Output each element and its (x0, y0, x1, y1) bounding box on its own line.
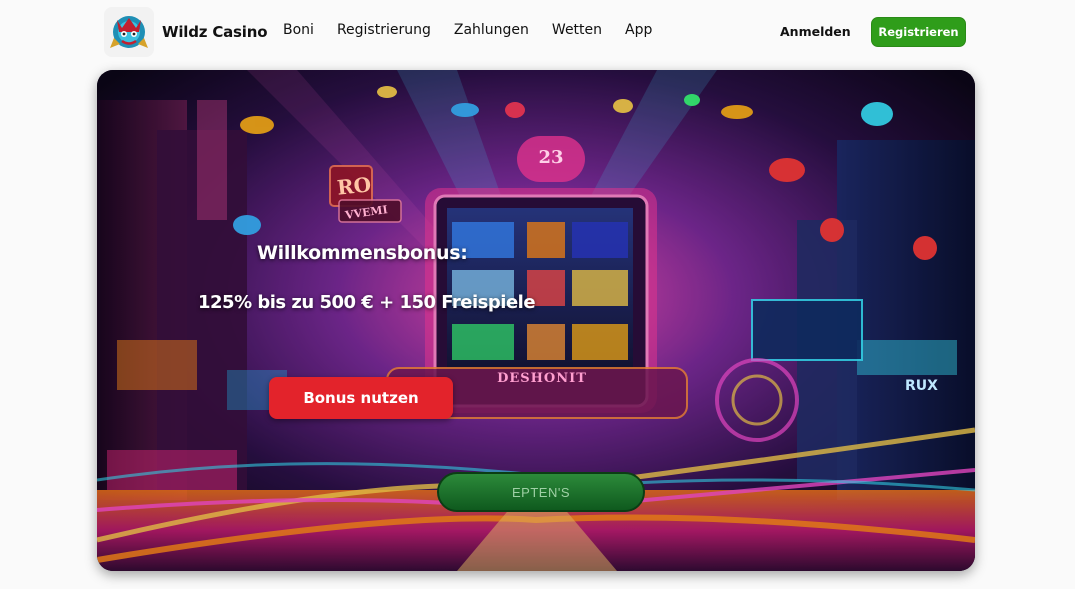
hero-offer: 125% bis zu 500 € + 150 Freispiele (198, 292, 536, 313)
brand-name: Wildz Casino (162, 23, 268, 41)
login-link[interactable]: Anmelden (780, 24, 851, 39)
nav-item-registrierung[interactable]: Registrierung (337, 22, 431, 38)
hero-title: Willkommensbonus: (257, 242, 468, 264)
slot-machine-number: 23 (538, 147, 564, 168)
register-button[interactable]: Registrieren (871, 17, 966, 47)
nav-item-wetten[interactable]: Wetten (552, 22, 602, 38)
nav-item-zahlungen[interactable]: Zahlungen (454, 22, 529, 38)
claim-bonus-button[interactable]: Bonus nutzen (269, 377, 453, 419)
slot-machine-sign: DESHONIT (497, 371, 587, 386)
brand-logo-link[interactable]: Wildz Casino (104, 7, 268, 57)
neon-sign-ro: RO (335, 172, 373, 200)
hero-banner: 23 DESHONIT RO VVEMI RUX EPTEN'S Willkom… (97, 70, 975, 571)
main-nav: Boni Registrierung Zahlungen Wetten App (283, 22, 675, 38)
nav-item-app[interactable]: App (625, 22, 652, 38)
site-header: Wildz Casino Boni Registrierung Zahlunge… (0, 0, 1075, 66)
wildz-logo-icon (104, 7, 154, 57)
nav-item-boni[interactable]: Boni (283, 22, 314, 38)
illustration-green-sign: EPTEN'S (437, 472, 645, 512)
neon-sign-rux: RUX (905, 378, 938, 394)
